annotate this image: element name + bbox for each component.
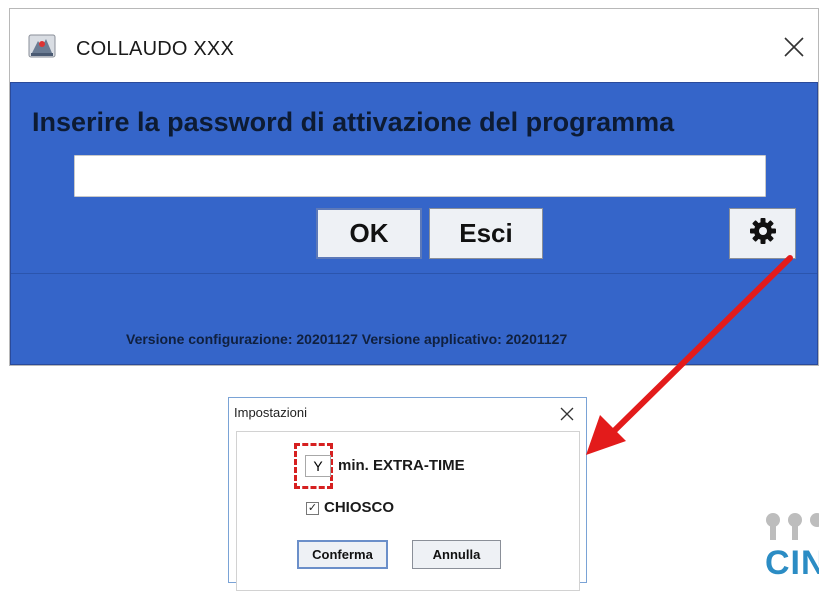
title-bar: COLLAUDO XXX (10, 9, 818, 81)
annulla-button[interactable]: Annulla (412, 540, 501, 569)
esci-button[interactable]: Esci (429, 208, 543, 259)
settings-button[interactable] (729, 208, 796, 259)
ok-button[interactable]: OK (316, 208, 422, 259)
logo-text: CIN (765, 544, 819, 582)
panel-divider (11, 273, 817, 274)
settings-dialog: Impostazioni Y min. EXTRA-TIME ✓ CHIOSCO… (228, 397, 587, 591)
window-title: COLLAUDO XXX (76, 38, 235, 60)
extra-time-label: min. EXTRA-TIME (338, 457, 465, 474)
activation-panel: Inserire la password di attivazione del … (10, 82, 818, 365)
extra-time-field[interactable]: Y (305, 455, 331, 477)
cineca-logo: CIN (765, 500, 819, 583)
version-label: Versione configurazione: 20201127 Versio… (126, 331, 568, 347)
dialog-close-icon[interactable] (560, 407, 574, 421)
dialog-title: Impostazioni (234, 405, 307, 420)
gear-icon (749, 217, 777, 250)
page-title: Inserire la password di attivazione del … (32, 107, 675, 137)
password-input[interactable] (74, 155, 766, 197)
main-window: COLLAUDO XXX Inserire la password di att… (9, 8, 819, 366)
dialog-content (236, 431, 580, 591)
java-app-icon (28, 33, 56, 59)
close-icon[interactable] (782, 35, 806, 59)
conferma-button[interactable]: Conferma (297, 540, 388, 569)
chiosco-label: CHIOSCO (324, 499, 395, 516)
chiosco-checkbox[interactable]: ✓ (306, 502, 319, 515)
